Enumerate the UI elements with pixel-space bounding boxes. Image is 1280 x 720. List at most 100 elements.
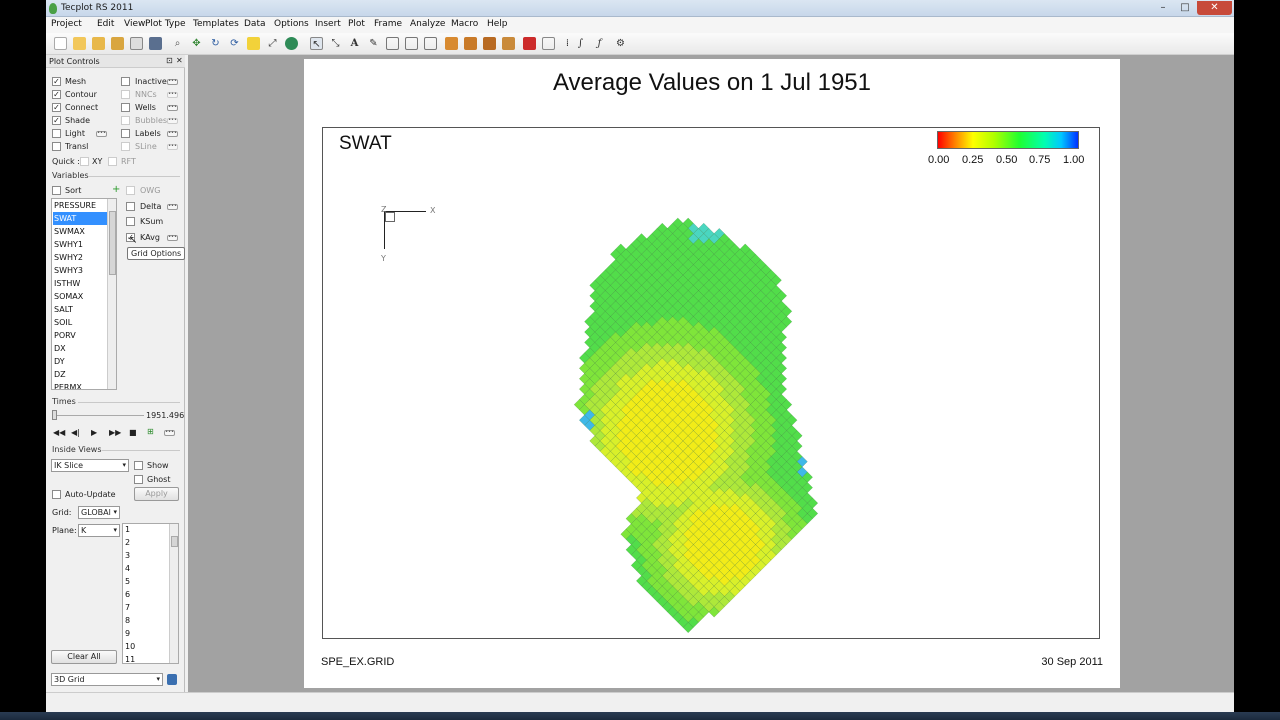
kavg-options-button[interactable]: ••• [167, 235, 178, 241]
maximize-button[interactable]: □ [1174, 1, 1196, 15]
bubbles-checkbox[interactable] [121, 116, 130, 125]
variable-item[interactable]: PORV [53, 329, 109, 342]
wells-options-button[interactable]: ••• [167, 105, 178, 111]
rewind-icon[interactable]: ◀◀ [53, 428, 65, 437]
apply-button[interactable]: Apply [134, 487, 179, 501]
nncs-options-button[interactable]: ••• [167, 92, 178, 98]
variable-item[interactable]: ISTHW [53, 277, 109, 290]
plane-item[interactable]: 8 [125, 616, 130, 625]
plane-item[interactable]: 1 [125, 525, 130, 534]
translate-icon[interactable]: ✥ [190, 37, 203, 50]
close-button[interactable]: ✕ [1197, 1, 1232, 15]
mesh-checkbox[interactable]: ✓ [52, 77, 61, 86]
plane-item[interactable]: 10 [125, 642, 135, 651]
template-1-icon[interactable] [445, 37, 458, 50]
template-3-icon[interactable] [483, 37, 496, 50]
grid-table-icon[interactable] [542, 37, 555, 50]
menu-data[interactable]: Data [244, 19, 266, 29]
open-project-icon[interactable] [92, 37, 105, 50]
menu-frame[interactable]: Frame [374, 19, 402, 29]
variable-item-selected[interactable]: SWAT [53, 212, 109, 225]
save-icon[interactable] [149, 37, 162, 50]
menu-view[interactable]: View [124, 19, 145, 29]
export-animation-icon[interactable]: ⊞ [147, 427, 154, 436]
step-back-icon[interactable]: ◀| [71, 428, 80, 437]
menu-help[interactable]: Help [487, 19, 508, 29]
stop-icon[interactable]: ■ [129, 428, 137, 437]
quick-rft-checkbox[interactable] [108, 157, 117, 166]
geometry-icon[interactable] [386, 37, 399, 50]
delta-options-button[interactable]: ••• [167, 204, 178, 210]
plane-dropdown[interactable]: K [78, 524, 120, 537]
new-file-icon[interactable] [54, 37, 67, 50]
menu-plot-type[interactable]: Plot Type [145, 19, 186, 29]
slice-dropdown[interactable]: IK Slice [51, 459, 129, 472]
plane-item[interactable]: 11 [125, 655, 135, 663]
plot-frame[interactable]: SWAT 0.00 0.25 0.50 0.75 1.00 Z X Y [322, 127, 1100, 639]
variables-list[interactable]: PRESSURE SWAT SWMAX SWHY1 SWHY2 SWHY3 IS… [51, 198, 117, 390]
menu-macro[interactable]: Macro [451, 19, 478, 29]
menu-analyze[interactable]: Analyze [410, 19, 445, 29]
owg-checkbox[interactable] [126, 186, 135, 195]
table-icon[interactable] [405, 37, 418, 50]
fit-icon[interactable] [247, 37, 260, 50]
open-folder-icon[interactable] [73, 37, 86, 50]
transl-checkbox[interactable] [52, 142, 61, 151]
inactive-checkbox[interactable] [121, 77, 130, 86]
macro-icon[interactable]: ⚙ [614, 37, 627, 50]
delta-checkbox[interactable] [126, 202, 135, 211]
bar-chart-icon[interactable] [523, 37, 536, 50]
variables-scrollbar[interactable] [107, 199, 116, 389]
select-arrow-icon[interactable]: ↖ [310, 37, 323, 50]
clear-all-button[interactable]: Clear All [51, 650, 117, 664]
auto-update-checkbox[interactable] [52, 490, 61, 499]
bubbles-options-button[interactable]: ••• [167, 118, 178, 124]
plane-item[interactable]: 6 [125, 590, 130, 599]
sort-checkbox[interactable] [52, 186, 61, 195]
variable-item[interactable]: DZ [53, 368, 109, 381]
play-icon[interactable]: ▶ [91, 428, 97, 437]
menu-plot[interactable]: Plot [348, 19, 365, 29]
contour-checkbox[interactable]: ✓ [52, 90, 61, 99]
fast-forward-icon[interactable]: ▶▶ [109, 428, 121, 437]
plane-list[interactable]: 1 2 3 4 5 6 7 8 9 10 11 [122, 523, 179, 664]
time-options-button[interactable]: ••• [164, 430, 175, 436]
quick-xy-checkbox[interactable] [80, 157, 89, 166]
labels-options-button[interactable]: ••• [167, 131, 178, 137]
show-checkbox[interactable] [134, 461, 143, 470]
scroll-thumb[interactable] [171, 536, 178, 547]
panel-close-icon[interactable]: ✕ [176, 56, 183, 65]
variable-item[interactable]: DY [53, 355, 109, 368]
integral-icon[interactable]: ∫ [574, 37, 587, 50]
shade-checkbox[interactable]: ✓ [52, 116, 61, 125]
menu-insert[interactable]: Insert [315, 19, 341, 29]
rotate-icon[interactable]: ↻ [209, 37, 222, 50]
plane-item[interactable]: 7 [125, 603, 130, 612]
plane-list-scrollbar[interactable] [169, 524, 178, 663]
light-checkbox[interactable] [52, 129, 61, 138]
variable-item[interactable]: PRESSURE [53, 199, 109, 212]
variable-item[interactable]: PERMX [53, 381, 109, 389]
variable-item[interactable]: SALT [53, 303, 109, 316]
text-icon[interactable]: A [348, 37, 361, 50]
template-2-icon[interactable] [464, 37, 477, 50]
function-icon[interactable]: ƒ [593, 37, 606, 50]
menu-edit[interactable]: Edit [97, 19, 114, 29]
redraw-icon[interactable] [285, 37, 298, 50]
variable-item[interactable]: SWHY1 [53, 238, 109, 251]
variable-item[interactable]: DX [53, 342, 109, 355]
zoom-icon[interactable]: ⌕ [171, 37, 184, 50]
dot-grid-icon[interactable]: ⁞ [561, 37, 574, 50]
grid-dropdown[interactable]: GLOBAl [78, 506, 120, 519]
ksum-checkbox[interactable] [126, 217, 135, 226]
variable-item[interactable]: SWMAX [53, 225, 109, 238]
menu-project[interactable]: Project [51, 19, 82, 29]
connect-checkbox[interactable]: ✓ [52, 103, 61, 112]
scroll-thumb[interactable] [109, 211, 116, 275]
plane-item[interactable]: 9 [125, 629, 130, 638]
light-options-button[interactable]: ••• [96, 131, 107, 137]
variable-item[interactable]: SOMAX [53, 290, 109, 303]
pin-icon[interactable]: ⊡ [166, 56, 173, 65]
menu-templates[interactable]: Templates [193, 19, 239, 29]
sline-checkbox[interactable] [121, 142, 130, 151]
